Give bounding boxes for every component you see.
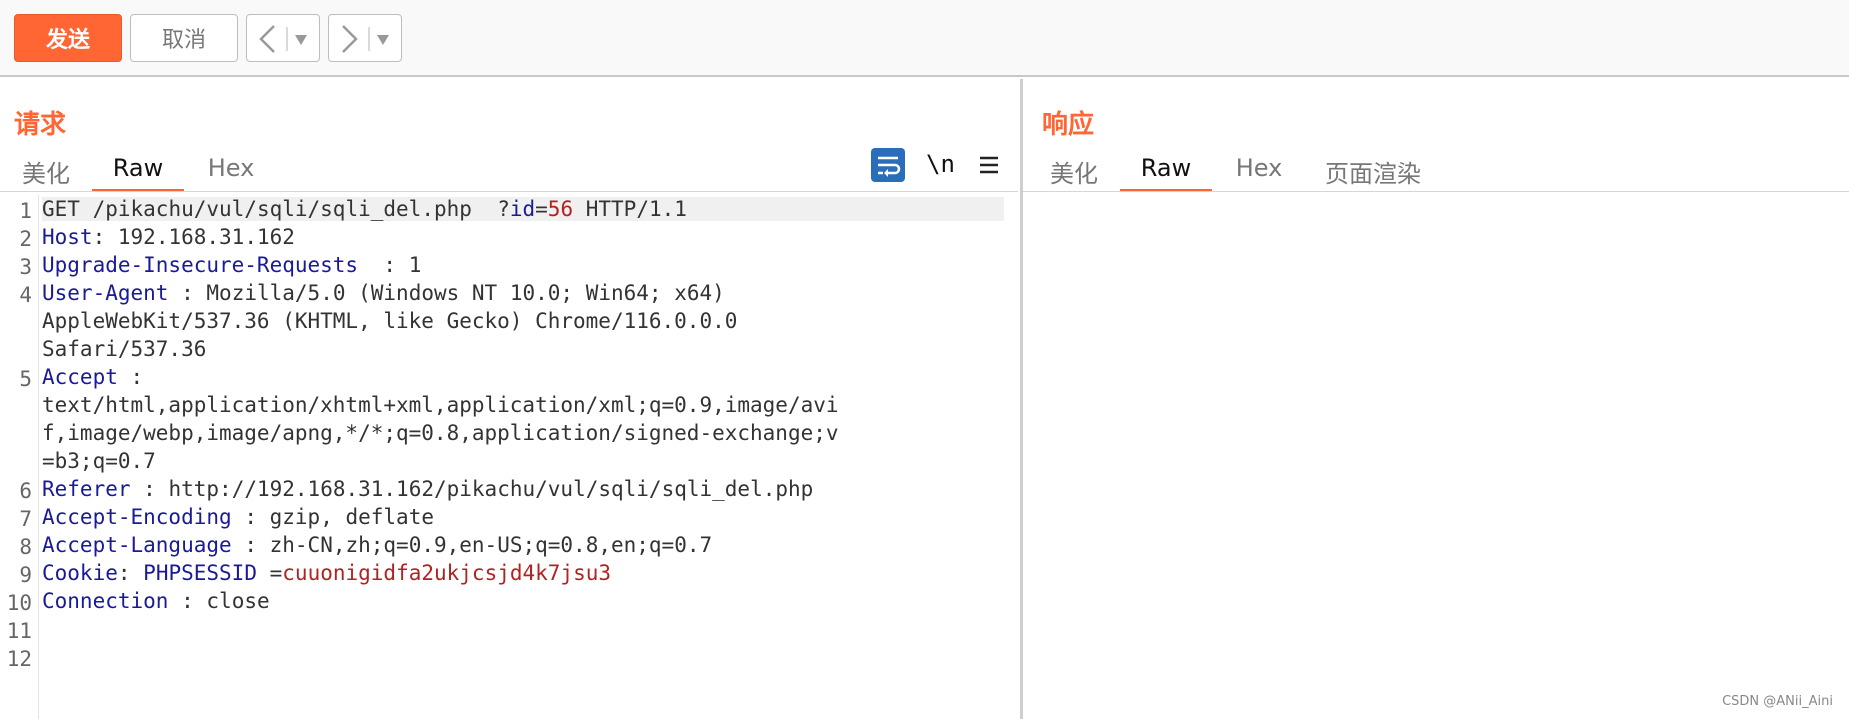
header-value: zh-CN,zh;q=0.9,en-US;q=0.8,en;q=0.7 xyxy=(269,533,713,557)
request-title: 请求 xyxy=(14,110,67,140)
cookie-eq: = xyxy=(269,561,283,585)
header-key: Host xyxy=(42,225,93,249)
response-tab-raw[interactable]: Raw xyxy=(1120,148,1212,192)
request-tab-raw[interactable]: Raw xyxy=(92,148,184,192)
param-name: id xyxy=(509,197,536,221)
header-sep: : xyxy=(244,505,257,529)
newline-toggle[interactable]: \n xyxy=(926,150,955,178)
header-value: Mozilla/5.0 (Windows NT 10.0; Win64; x64… xyxy=(206,281,725,305)
header-key: Upgrade-Insecure-Requests xyxy=(42,253,359,277)
line-number: 11 xyxy=(6,619,32,643)
http-protocol: HTTP/1.1 xyxy=(585,197,687,221)
header-key: Cookie xyxy=(42,561,118,585)
header-line: Host: 192.168.31.162 xyxy=(42,225,295,249)
request-tab-pretty[interactable]: 美化 xyxy=(14,148,78,192)
response-tab-pretty[interactable]: 美化 xyxy=(1042,148,1106,192)
header-key: User-Agent xyxy=(42,281,169,305)
line-number: 8 xyxy=(19,535,32,559)
header-value-wrap: =b3;q=0.7 xyxy=(42,449,156,473)
chevron-left-icon xyxy=(259,25,307,53)
header-line: Referer : http://192.168.31.162/pikachu/… xyxy=(42,477,813,501)
line-number: 5 xyxy=(19,367,32,391)
request-line: GET /pikachu/vul/sqli/sqli_del.php ?id=5… xyxy=(42,197,1004,221)
menu-icon[interactable] xyxy=(978,155,1000,175)
header-value-wrap: AppleWebKit/537.36 (KHTML, like Gecko) C… xyxy=(42,309,738,333)
header-key: Accept xyxy=(42,365,118,389)
header-sep: : xyxy=(117,561,131,585)
header-sep: : xyxy=(181,281,194,305)
watermark: CSDN @ANii_Aini xyxy=(1722,694,1833,709)
request-tab-hex[interactable]: Hex xyxy=(192,148,270,192)
request-path: /pikachu/vul/sqli/sqli_del.php xyxy=(92,197,472,221)
cookie-value: cuuonigidfa2ukjcsjd4k7jsu3 xyxy=(282,561,612,585)
request-tab-divider xyxy=(0,191,1018,192)
header-line: Connection : close xyxy=(42,589,270,613)
header-value: 1 xyxy=(408,253,422,277)
line-number: 12 xyxy=(6,647,32,671)
response-tab-hex[interactable]: Hex xyxy=(1220,148,1298,192)
header-sep: : xyxy=(383,253,397,277)
header-value: gzip, deflate xyxy=(269,505,434,529)
header-value: 192.168.31.162 xyxy=(117,225,295,249)
cookie-name: PHPSESSID xyxy=(143,561,257,585)
toolbar: 发送 取消 xyxy=(0,0,1849,77)
header-sep: : xyxy=(244,533,257,557)
line-number: 10 xyxy=(6,591,32,615)
header-value-wrap: Safari/537.36 xyxy=(42,337,207,361)
header-value: http://192.168.31.162/pikachu/vul/sqli/s… xyxy=(168,477,814,501)
header-line: Accept-Encoding : gzip, deflate xyxy=(42,505,434,529)
line-number: 9 xyxy=(19,563,32,587)
line-number: 1 xyxy=(19,199,32,223)
cancel-button[interactable]: 取消 xyxy=(130,14,238,62)
query-mark: ? xyxy=(497,197,510,221)
response-tab-render[interactable]: 页面渲染 xyxy=(1314,148,1432,192)
line-number: 4 xyxy=(19,283,32,307)
pane-divider[interactable] xyxy=(1020,79,1023,719)
header-line: Accept-Language : zh-CN,zh;q=0.9,en-US;q… xyxy=(42,533,712,557)
param-value: 56 xyxy=(547,197,574,221)
header-line: User-Agent : Mozilla/5.0 (Windows NT 10.… xyxy=(42,281,725,305)
header-sep: : xyxy=(143,477,156,501)
header-sep: : xyxy=(92,225,106,249)
back-button[interactable] xyxy=(246,14,320,62)
forward-button[interactable] xyxy=(328,14,402,62)
line-number: 3 xyxy=(19,255,32,279)
line-number: 2 xyxy=(19,227,32,251)
header-line: Upgrade-Insecure-Requests : 1 xyxy=(42,253,421,277)
header-value: close xyxy=(206,589,270,613)
header-line: Accept : xyxy=(42,365,143,389)
line-number-gutter: 1 2 3 4 5 6 7 8 9 10 11 12 xyxy=(0,195,39,719)
send-button[interactable]: 发送 xyxy=(14,14,122,62)
word-wrap-icon[interactable] xyxy=(871,148,905,182)
request-editor[interactable]: 1 2 3 4 5 6 7 8 9 10 11 12 GET /pikachu/… xyxy=(0,195,1018,719)
header-sep: : xyxy=(130,365,144,389)
header-key: Connection xyxy=(42,589,169,613)
http-method: GET xyxy=(42,197,80,221)
line-number: 6 xyxy=(19,479,32,503)
line-number: 7 xyxy=(19,507,32,531)
param-eq: = xyxy=(535,197,548,221)
header-sep: : xyxy=(181,589,194,613)
header-line: Cookie: PHPSESSID =cuuonigidfa2ukjcsjd4k… xyxy=(42,561,611,585)
response-tab-divider xyxy=(1023,191,1849,192)
response-title: 响应 xyxy=(1042,110,1095,140)
header-key: Accept-Encoding xyxy=(42,505,232,529)
header-value-wrap: f,image/webp,image/apng,*/*;q=0.8,applic… xyxy=(42,421,839,445)
header-key: Referer xyxy=(42,477,131,501)
header-value-wrap: text/html,application/xhtml+xml,applicat… xyxy=(42,393,839,417)
chevron-right-icon xyxy=(342,25,389,53)
header-key: Accept-Language xyxy=(42,533,232,557)
